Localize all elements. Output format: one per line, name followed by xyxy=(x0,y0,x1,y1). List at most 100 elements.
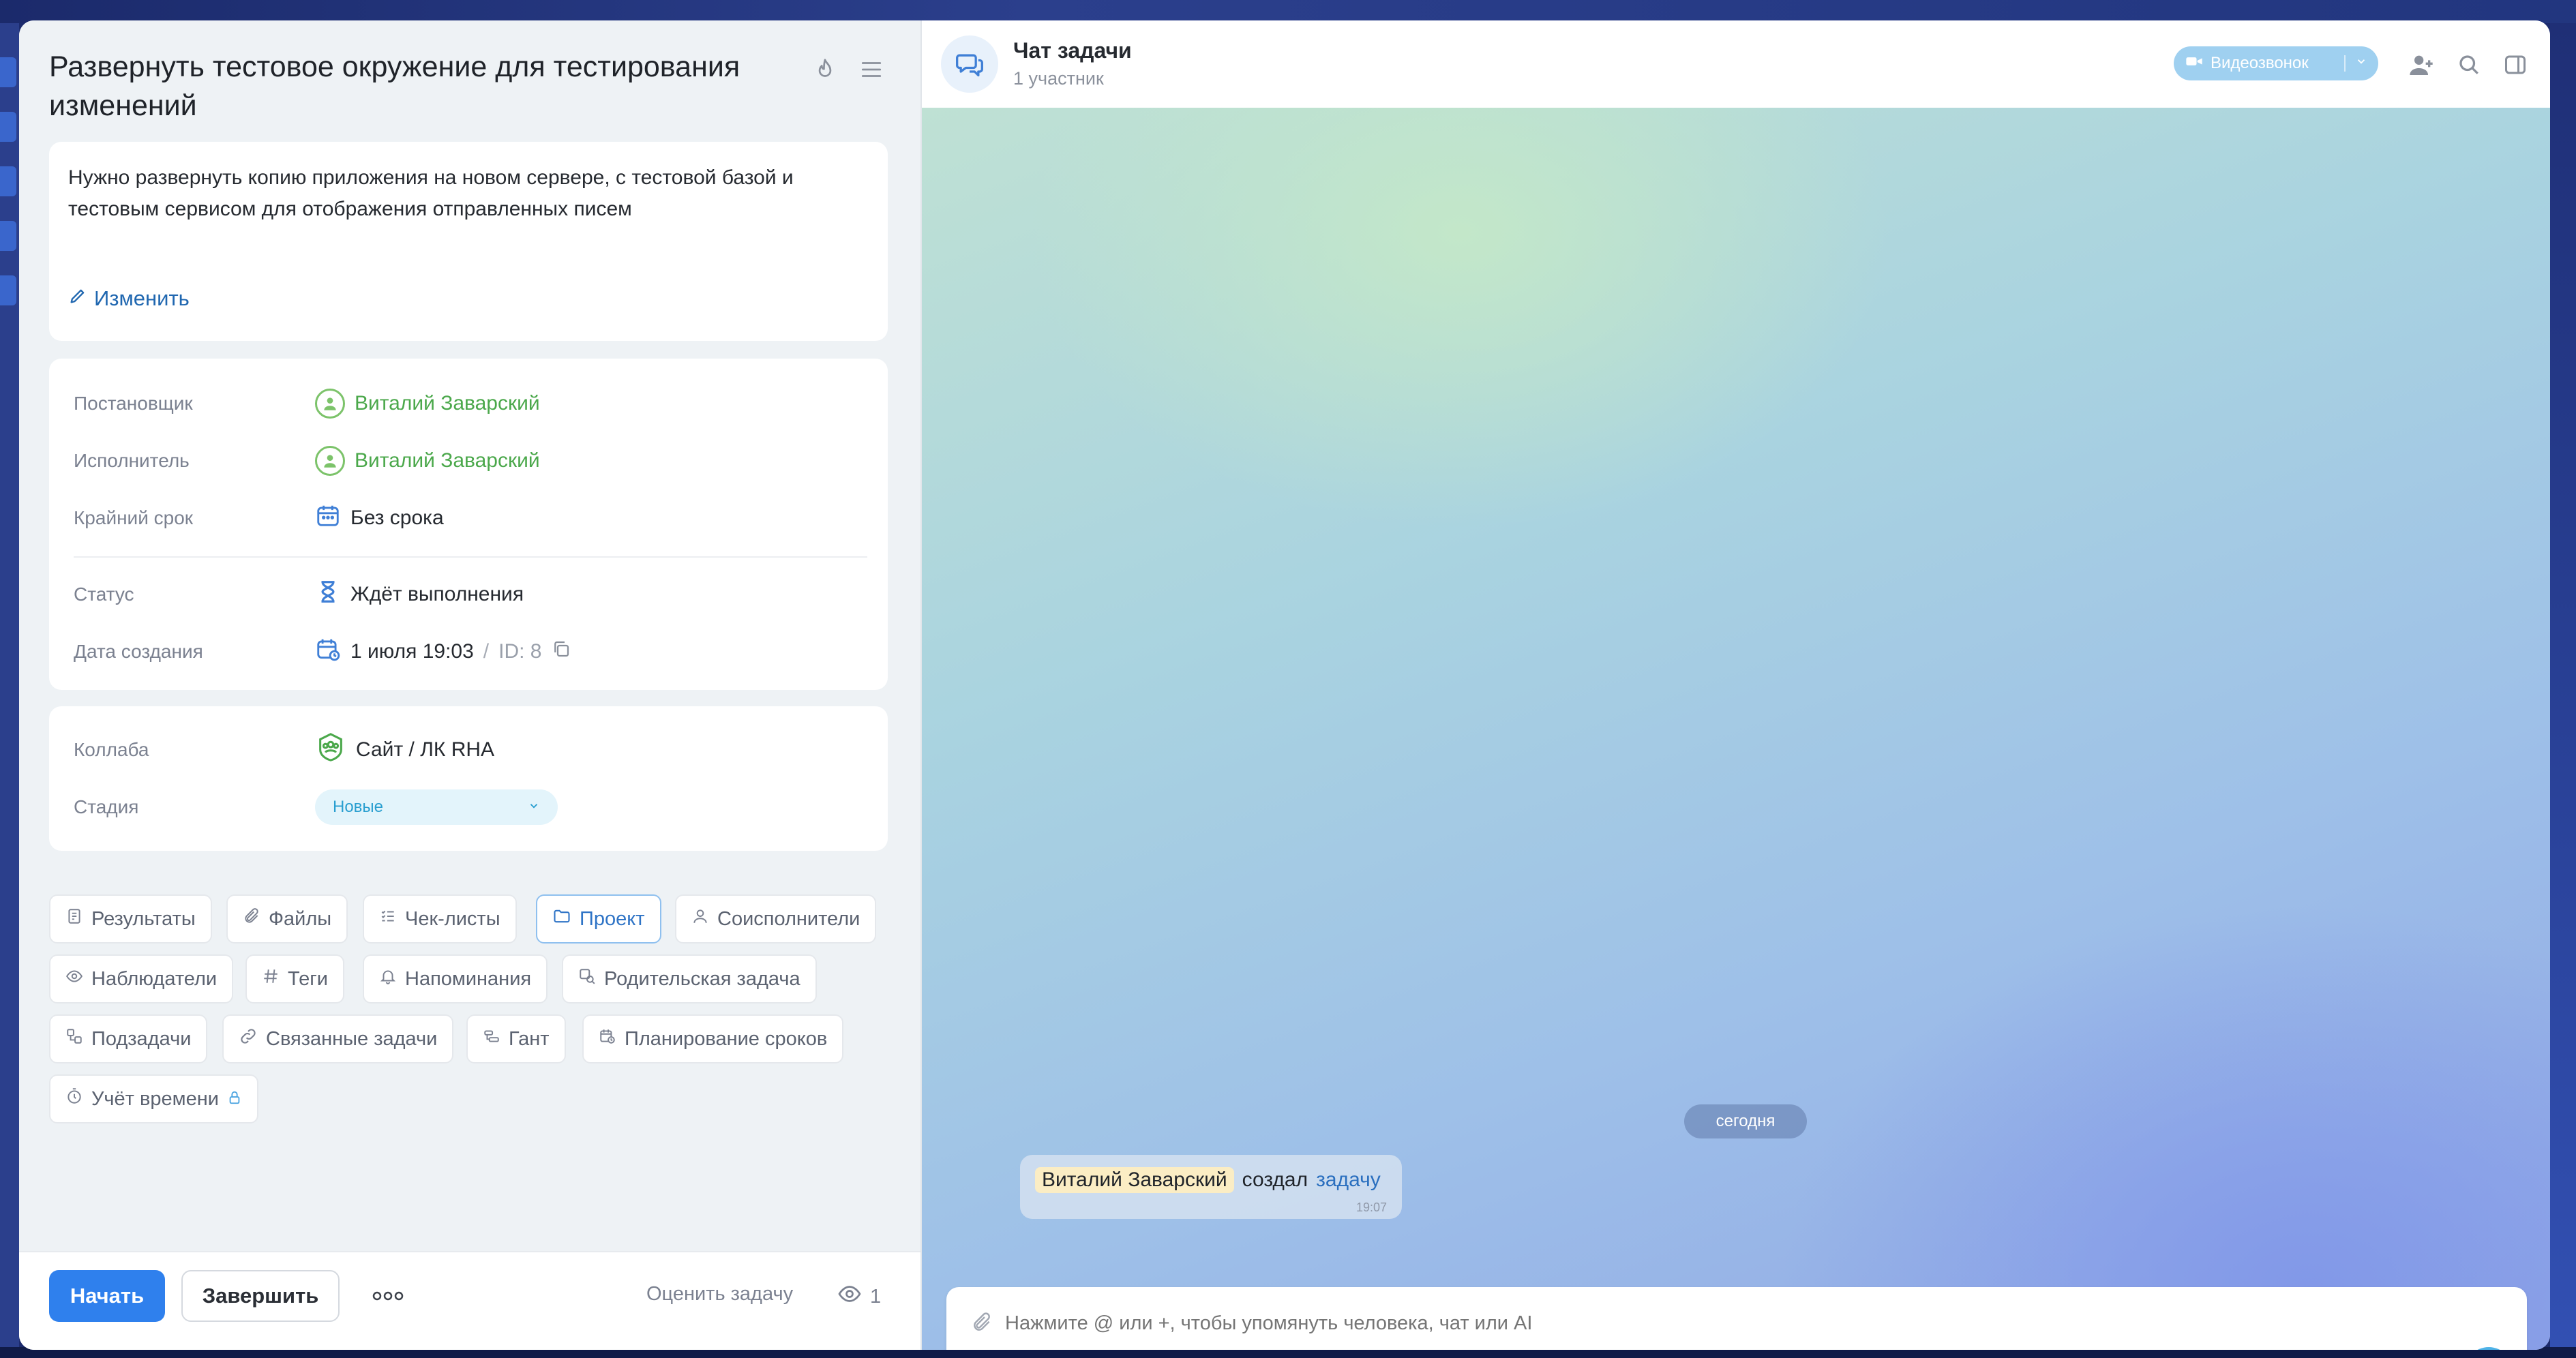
desktop-right-strip xyxy=(2550,23,2576,1358)
chip-tags-label: Теги xyxy=(288,967,328,990)
user-icon xyxy=(315,389,345,419)
chip-time-tracking[interactable]: Учёт времени xyxy=(49,1074,258,1123)
chip-tags[interactable]: Теги xyxy=(245,954,344,1004)
created-row: Дата создания 1 июля 19:03 / ID: 8 xyxy=(74,631,867,672)
views-count: 1 xyxy=(870,1285,882,1308)
background-window-tab[interactable] xyxy=(0,166,16,196)
collab-label: Коллаба xyxy=(74,739,149,760)
message-input[interactable] xyxy=(1004,1306,2438,1340)
stage-label: Стадия xyxy=(74,796,139,817)
start-button[interactable]: Начать xyxy=(49,1270,165,1322)
send-button[interactable] xyxy=(2464,1347,2513,1350)
finish-button[interactable]: Завершить xyxy=(181,1270,340,1322)
creator-value[interactable]: Виталий Заварский xyxy=(315,389,540,419)
desktop-left-strip xyxy=(0,23,19,1358)
side-panel-icon[interactable] xyxy=(2500,49,2531,80)
assignee-value[interactable]: Виталий Заварский xyxy=(315,446,540,476)
chip-related-tasks-label: Связанные задачи xyxy=(266,1027,438,1050)
chip-gantt[interactable]: Гант xyxy=(466,1014,566,1063)
folder-icon xyxy=(552,907,571,931)
chip-project[interactable]: Проект xyxy=(536,894,661,944)
views-counter[interactable]: 1 xyxy=(837,1282,881,1312)
message-composer xyxy=(946,1287,2527,1350)
creator-label: Постановщик xyxy=(74,393,193,414)
chip-gantt-label: Гант xyxy=(509,1027,550,1050)
chip-related-tasks[interactable]: Связанные задачи xyxy=(222,1014,454,1063)
background-window-tab[interactable] xyxy=(0,221,16,251)
collab-name: Сайт / ЛК RHA xyxy=(356,738,495,761)
status-row: Статус Ждёт выполнения xyxy=(74,574,867,615)
flame-icon[interactable] xyxy=(806,50,844,89)
deadline-label: Крайний срок xyxy=(74,507,194,528)
chip-subtasks-label: Подзадачи xyxy=(91,1027,192,1050)
user-icon xyxy=(315,446,345,476)
task-chat-pane: Чат задачи 1 участник Видеозвонок сегодн… xyxy=(920,20,2550,1350)
chip-parent-task[interactable]: Родительская задача xyxy=(562,954,817,1004)
stage-row: Стадия Новые xyxy=(74,787,867,828)
camera-icon xyxy=(2185,52,2204,76)
chip-subtasks[interactable]: Подзадачи xyxy=(49,1014,208,1063)
add-user-icon[interactable] xyxy=(2406,49,2437,80)
chat-messages-area[interactable]: сегодня Виталий Заварский создал задачу … xyxy=(922,108,2550,1350)
chevron-down-icon[interactable] xyxy=(2344,55,2367,72)
menu-icon[interactable] xyxy=(852,50,890,89)
chat-bubbles-icon xyxy=(941,35,998,93)
search-icon[interactable] xyxy=(2453,49,2485,80)
creator-name: Виталий Заварский xyxy=(355,392,540,414)
chip-checklists-label: Чек-листы xyxy=(405,907,500,930)
chip-reminders[interactable]: Напоминания xyxy=(363,954,548,1004)
stage-select[interactable]: Новые xyxy=(315,789,558,825)
eye-icon xyxy=(837,1282,862,1312)
chevron-down-icon xyxy=(528,798,540,817)
chat-participants[interactable]: 1 участник xyxy=(1013,68,1104,89)
rate-task-link[interactable]: Оценить задачу xyxy=(646,1283,793,1306)
system-message: Виталий Заварский создал задачу 19:07 xyxy=(1020,1155,1402,1219)
created-label: Дата создания xyxy=(74,641,203,662)
background-window-tab[interactable] xyxy=(0,57,16,87)
hourglass-icon xyxy=(315,579,341,610)
status-label: Статус xyxy=(74,584,134,605)
chip-checklists[interactable]: Чек-листы xyxy=(363,894,517,944)
assignee-row: Исполнитель Виталий Заварский xyxy=(74,440,867,481)
chip-coexecutors[interactable]: Соисполнители xyxy=(675,894,877,944)
message-author[interactable]: Виталий Заварский xyxy=(1035,1167,1234,1193)
calendar-clock-icon xyxy=(599,1027,616,1051)
video-call-button[interactable]: Видеозвонок xyxy=(2174,46,2378,80)
eye-icon xyxy=(65,967,83,991)
chip-files[interactable]: Файлы xyxy=(226,894,348,944)
pencil-icon xyxy=(68,286,87,311)
date-divider: сегодня xyxy=(1684,1104,1807,1138)
description-card: Нужно развернуть копию приложения на нов… xyxy=(49,142,888,341)
assignee-name: Виталий Заварский xyxy=(355,449,540,472)
message-task-link[interactable]: задачу xyxy=(1316,1168,1381,1192)
chip-coexecutors-label: Соисполнители xyxy=(717,907,860,930)
bell-icon xyxy=(379,967,397,991)
chip-results[interactable]: Результаты xyxy=(49,894,212,944)
edit-description-link[interactable]: Изменить xyxy=(68,286,190,311)
chat-title: Чат задачи xyxy=(1013,38,1132,63)
chip-observers-label: Наблюдатели xyxy=(91,967,218,990)
chip-planning[interactable]: Планирование сроков xyxy=(582,1014,844,1063)
task-window: Развернуть тестовое окружение для тестир… xyxy=(19,20,2550,1350)
chip-observers[interactable]: Наблюдатели xyxy=(49,954,234,1004)
copy-icon[interactable] xyxy=(551,639,571,665)
deadline-row: Крайний срок Без срока xyxy=(74,498,867,539)
stage-value: Новые xyxy=(333,798,384,816)
chip-time-tracking-label: Учёт времени xyxy=(91,1087,219,1110)
background-window-tab[interactable] xyxy=(0,275,16,305)
parent-task-icon xyxy=(578,967,596,991)
deadline-value[interactable]: Без срока xyxy=(315,502,444,534)
details-card: Постановщик Виталий Заварский Исполнител… xyxy=(49,359,888,690)
collab-value[interactable]: Сайт / ЛК RHA xyxy=(315,731,494,768)
edit-label: Изменить xyxy=(94,286,190,310)
more-options-icon[interactable] xyxy=(365,1279,410,1313)
gantt-icon xyxy=(483,1027,500,1051)
chip-reminders-label: Напоминания xyxy=(405,967,532,990)
details-divider xyxy=(74,556,867,558)
created-value: 1 июля 19:03 / ID: 8 xyxy=(315,636,571,667)
creator-row: Постановщик Виталий Заварский xyxy=(74,383,867,424)
message-text: создал xyxy=(1242,1168,1308,1191)
background-window-tab[interactable] xyxy=(0,112,16,142)
chip-project-label: Проект xyxy=(580,907,645,930)
paperclip-icon[interactable] xyxy=(967,1308,997,1338)
